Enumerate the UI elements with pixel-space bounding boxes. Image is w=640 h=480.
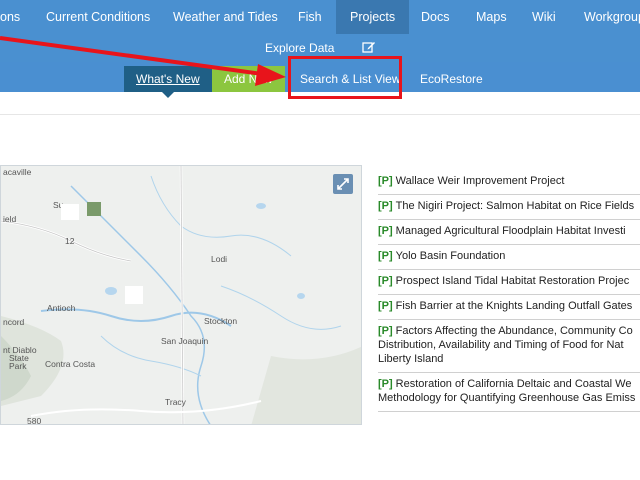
map-label: ield (3, 214, 17, 224)
nav-item-maps[interactable]: Maps (476, 0, 507, 34)
project-item[interactable]: [P] Restoration of California Deltaic and… (378, 373, 640, 412)
explore-data-link[interactable]: Explore Data (265, 41, 334, 55)
project-badge: [P] (378, 225, 393, 237)
tab-add-new[interactable]: Add New (212, 66, 285, 92)
project-list: [P] Wallace Weir Improvement Project [P] T… (378, 170, 640, 412)
map-label: acaville (3, 167, 32, 177)
expand-icon (337, 178, 349, 190)
nav-item-docs[interactable]: Docs (421, 0, 449, 34)
nav-item-weather-tides[interactable]: Weather and Tides (173, 0, 278, 34)
project-item[interactable]: [P] Managed Agricultural Floodplain Habit… (378, 220, 640, 245)
nav-item-ons[interactable]: ons (0, 0, 20, 34)
tab-ecorestore[interactable]: EcoRestore (408, 66, 495, 92)
project-title[interactable]: Wallace Weir Improvement Project (396, 175, 565, 187)
project-item[interactable]: [P] Factors Affecting the Abundance, Comm… (378, 320, 640, 373)
project-title[interactable]: Fish Barrier at the Knights Landing Outf… (396, 300, 633, 312)
nav-item-projects[interactable]: Projects (336, 0, 410, 34)
nav-item-workgroups[interactable]: Workgroup (584, 0, 640, 34)
map-label: Park (9, 361, 27, 371)
map-label: Tracy (165, 397, 186, 407)
project-title-line[interactable]: Liberty Island (378, 352, 640, 366)
project-title[interactable]: Factors Affecting the Abundance, Communi… (396, 325, 633, 337)
edit-icon[interactable] (362, 40, 376, 54)
map-label: 580 (27, 416, 42, 425)
project-title[interactable]: Prospect Island Tidal Habitat Restoratio… (396, 275, 630, 287)
project-title[interactable]: Restoration of California Deltaic and Co… (396, 378, 632, 390)
project-badge: [P] (378, 250, 393, 262)
annotation-highlight-box (288, 56, 402, 99)
map-marker[interactable] (61, 204, 79, 220)
project-item[interactable]: [P] Wallace Weir Improvement Project (378, 170, 640, 195)
map-label: 12 (65, 236, 75, 246)
map-label: Contra Costa (45, 359, 96, 369)
project-title-line[interactable]: Distribution, Availability and Timing of… (378, 338, 640, 352)
map-photo-marker[interactable] (87, 202, 101, 216)
project-badge: [P] (378, 175, 393, 187)
project-map[interactable]: acaville Su ield 12 Lodi Antioch ncord n… (0, 165, 362, 425)
project-badge: [P] (378, 300, 393, 312)
project-badge: [P] (378, 378, 393, 390)
project-title[interactable]: Yolo Basin Foundation (396, 250, 506, 262)
project-item[interactable]: [P] Yolo Basin Foundation (378, 245, 640, 270)
map-label: Stockton (204, 316, 238, 326)
nav-item-current-conditions[interactable]: Current Conditions (46, 0, 150, 34)
project-badge: [P] (378, 200, 393, 212)
project-title-line[interactable]: Methodology for Quantifying Greenhouse G… (378, 391, 640, 405)
map-label: Lodi (211, 254, 228, 264)
map-label: San Joaquin (161, 336, 209, 346)
project-badge: [P] (378, 275, 393, 287)
project-item[interactable]: [P] Prospect Island Tidal Habitat Restora… (378, 270, 640, 295)
tab-whats-new[interactable]: What's New (124, 66, 212, 98)
top-navigation: ons Current Conditions Weather and Tides… (0, 0, 640, 34)
project-item[interactable]: [P] Fish Barrier at the Knights Landing O… (378, 295, 640, 320)
nav-item-fish[interactable]: Fish (298, 0, 322, 34)
content-divider (0, 114, 640, 115)
expand-map-button[interactable] (333, 174, 353, 194)
map-marker[interactable] (125, 286, 143, 304)
project-item[interactable]: [P] The Nigiri Project: Salmon Habitat on… (378, 195, 640, 220)
project-badge: [P] (378, 325, 393, 337)
map-label: ncord (3, 317, 25, 327)
project-title[interactable]: Managed Agricultural Floodplain Habitat … (396, 225, 626, 237)
nav-item-wiki[interactable]: Wiki (532, 0, 556, 34)
project-title[interactable]: The Nigiri Project: Salmon Habitat on Ri… (396, 200, 634, 212)
map-label: Antioch (47, 303, 76, 313)
